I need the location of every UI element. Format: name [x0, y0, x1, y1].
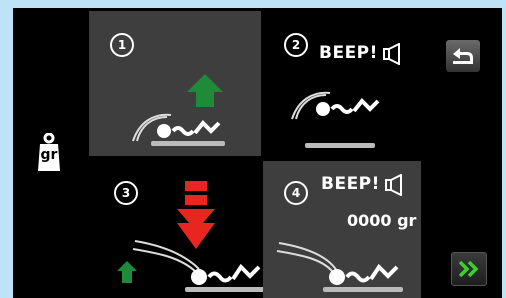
- scale-weight-icon: gr: [37, 132, 61, 173]
- next-button[interactable]: [451, 252, 487, 286]
- speaker-icon: [383, 43, 400, 65]
- left-sidebar: gr: [13, 8, 87, 298]
- step-number: 3: [114, 181, 138, 205]
- weight-readout: 0000 gr: [347, 211, 417, 230]
- device-screen: gr 1 2 BEEP! 3 4 BEEP! 0000 gr: [13, 8, 502, 298]
- step-number: 2: [284, 33, 308, 57]
- right-sidebar: [426, 8, 502, 298]
- unit-label: gr: [40, 147, 58, 163]
- scale-plate-icon: [305, 143, 375, 148]
- baby-on-scale-icon: [132, 240, 265, 292]
- double-chevron-right-icon: [459, 261, 479, 277]
- baby-on-scale-icon: [276, 242, 403, 292]
- step-1-panel: 1: [89, 11, 261, 156]
- beep-label: BEEP!: [321, 174, 380, 194]
- step-number: 4: [284, 181, 308, 205]
- step-3-panel: 3: [99, 161, 280, 298]
- beep-label: BEEP!: [319, 43, 378, 63]
- step-4-panel: 4 BEEP! 0000 gr: [263, 161, 421, 298]
- back-arrow-icon: [453, 48, 473, 64]
- speaker-icon: [385, 174, 402, 196]
- baby-on-scale-icon: [291, 91, 380, 120]
- step-number: 1: [110, 33, 134, 57]
- step-2-panel: 2 BEEP!: [263, 11, 421, 156]
- baby-on-scale-icon: [132, 113, 225, 146]
- back-button[interactable]: [446, 40, 480, 72]
